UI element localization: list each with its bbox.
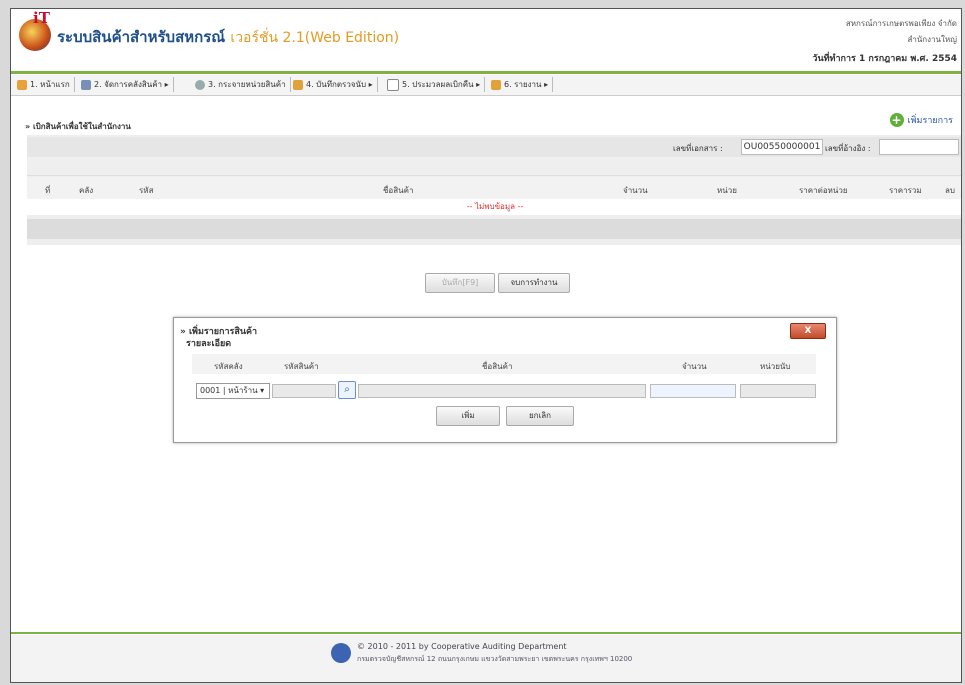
dialog-subtitle: รายละเอียด	[186, 339, 232, 349]
stockcount-icon	[293, 79, 303, 90]
menu-home[interactable]: 1. หน้าแรก	[13, 77, 75, 92]
col-total: ราคารวม	[889, 186, 922, 195]
col-index: ที่	[45, 186, 51, 195]
menu-stockcount[interactable]: 4. บันทึกตรวจนับ ▸	[289, 77, 378, 92]
report-icon	[491, 79, 501, 90]
warehouse-icon	[81, 79, 91, 90]
app-window: iT ระบบสินค้าสำหรับสหกรณ์ เวอร์ชั่น 2.1(…	[10, 8, 962, 683]
panel-title: » เบิกสินค้าเพื่อใช้ในสำนักงาน	[25, 122, 131, 131]
menu-home-label: 1. หน้าแรก	[30, 80, 70, 89]
document-row: เลขที่เอกสาร : OU00550000001 เลขที่อ้างอ…	[27, 137, 961, 157]
ref-no-field[interactable]	[879, 139, 959, 155]
working-date: วันที่ทำการ 1 กรกฎาคม พ.ศ. 2554	[812, 54, 957, 64]
menu-warehouse[interactable]: 2. จัดการคลังสินค้า ▸	[77, 77, 174, 92]
dlg-col-product-code: รหัสสินค้า	[284, 362, 319, 371]
unit-field	[740, 384, 816, 398]
add-item-dialog: » เพิ่มรายการสินค้า X รายละเอียด รหัสคลั…	[173, 317, 837, 443]
menu-process-label: 5. ประมวลผลเบิกคืน ▸	[402, 80, 481, 89]
dialog-cancel-button[interactable]: ยกเลิก	[506, 406, 574, 426]
menu-distribute-label: 3. กระจายหน่วยสินค้า	[208, 80, 286, 89]
dlg-col-quantity: จำนวน	[682, 362, 707, 371]
dialog-close-button[interactable]: X	[790, 323, 826, 339]
menu-distribute[interactable]: 3. กระจายหน่วยสินค้า	[191, 77, 291, 92]
doc-no-field[interactable]: OU00550000001	[741, 139, 823, 155]
page-footer: © 2010 - 2011 by Cooperative Auditing De…	[11, 635, 961, 682]
header-divider	[11, 71, 961, 74]
document-icon	[387, 78, 399, 91]
dialog-table-header: รหัสคลัง รหัสสินค้า ชื่อสินค้า จำนวน หน่…	[192, 354, 816, 374]
col-product-name: ชื่อสินค้า	[383, 186, 414, 195]
home-icon	[17, 79, 27, 90]
grid-footer	[27, 219, 961, 239]
menu-report-label: 6. รายงาน ▸	[504, 80, 549, 89]
col-delete: ลบ	[945, 186, 955, 195]
warehouse-select[interactable]: 0001 | หน้าร้าน ▾	[196, 383, 270, 399]
search-icon[interactable]: ⌕	[338, 381, 356, 399]
col-unit-price: ราคาต่อหน่วย	[799, 186, 848, 195]
no-data-message: -- ไม่พบข้อมูล --	[27, 199, 961, 215]
add-item-label: เพิ่มรายการ	[907, 116, 953, 126]
col-code: รหัส	[139, 186, 154, 195]
it-logo-mark: iT	[33, 9, 50, 27]
product-code-field[interactable]	[272, 384, 336, 398]
menu-process[interactable]: 5. ประมวลผลเบิกคืน ▸	[383, 77, 486, 92]
org-name: สหกรณ์การเกษตรพอเพียง จำกัด	[845, 19, 957, 28]
col-quantity: จำนวน	[623, 186, 648, 195]
app-title-main: ระบบสินค้าสำหรับสหกรณ์	[57, 28, 226, 46]
menu-report[interactable]: 6. รายงาน ▸	[487, 77, 554, 92]
dlg-col-warehouse: รหัสคลัง	[214, 362, 243, 371]
app-title: ระบบสินค้าสำหรับสหกรณ์ เวอร์ชั่น 2.1(Web…	[57, 25, 399, 49]
distribute-icon	[195, 79, 205, 90]
app-header: iT ระบบสินค้าสำหรับสหกรณ์ เวอร์ชั่น 2.1(…	[11, 9, 961, 73]
grid-toolbar	[27, 157, 961, 176]
department-logo-icon	[331, 643, 351, 663]
branch-name: สำนักงานใหญ่	[907, 35, 957, 44]
footer-copyright: © 2010 - 2011 by Cooperative Auditing De…	[357, 642, 567, 651]
app-title-version: เวอร์ชั่น 2.1(Web Edition)	[230, 30, 400, 46]
plus-icon: +	[889, 113, 904, 127]
col-unit: หน่วย	[717, 186, 737, 195]
footer-divider	[11, 632, 961, 634]
dlg-col-product-name: ชื่อสินค้า	[482, 362, 513, 371]
doc-no-label: เลขที่เอกสาร :	[673, 144, 723, 153]
ref-no-label: เลขที่อ้างอิง :	[825, 144, 871, 153]
items-grid: เลขที่เอกสาร : OU00550000001 เลขที่อ้างอ…	[27, 135, 961, 245]
menu-warehouse-label: 2. จัดการคลังสินค้า ▸	[94, 80, 169, 89]
add-item-button[interactable]: + เพิ่มรายการ	[889, 113, 953, 127]
product-name-field	[358, 384, 646, 398]
dlg-col-unit: หน่วยนับ	[760, 362, 791, 371]
quantity-field[interactable]	[650, 384, 736, 398]
end-session-button[interactable]: จบการทำงาน	[498, 273, 570, 293]
menu-stockcount-label: 4. บันทึกตรวจนับ ▸	[306, 80, 373, 89]
col-warehouse: คลัง	[79, 186, 94, 195]
table-header: ที่ คลัง รหัส ชื่อสินค้า จำนวน หน่วย ราค…	[27, 177, 961, 199]
save-button[interactable]: บันทึก[F9]	[425, 273, 495, 293]
footer-address: กรมตรวจบัญชีสหกรณ์ 12 ถนนกรุงเกษม แขวงวั…	[357, 655, 633, 663]
dialog-add-button[interactable]: เพิ่ม	[436, 406, 500, 426]
main-menu: 1. หน้าแรก 2. จัดการคลังสินค้า ▸ 3. กระจ…	[11, 75, 961, 96]
